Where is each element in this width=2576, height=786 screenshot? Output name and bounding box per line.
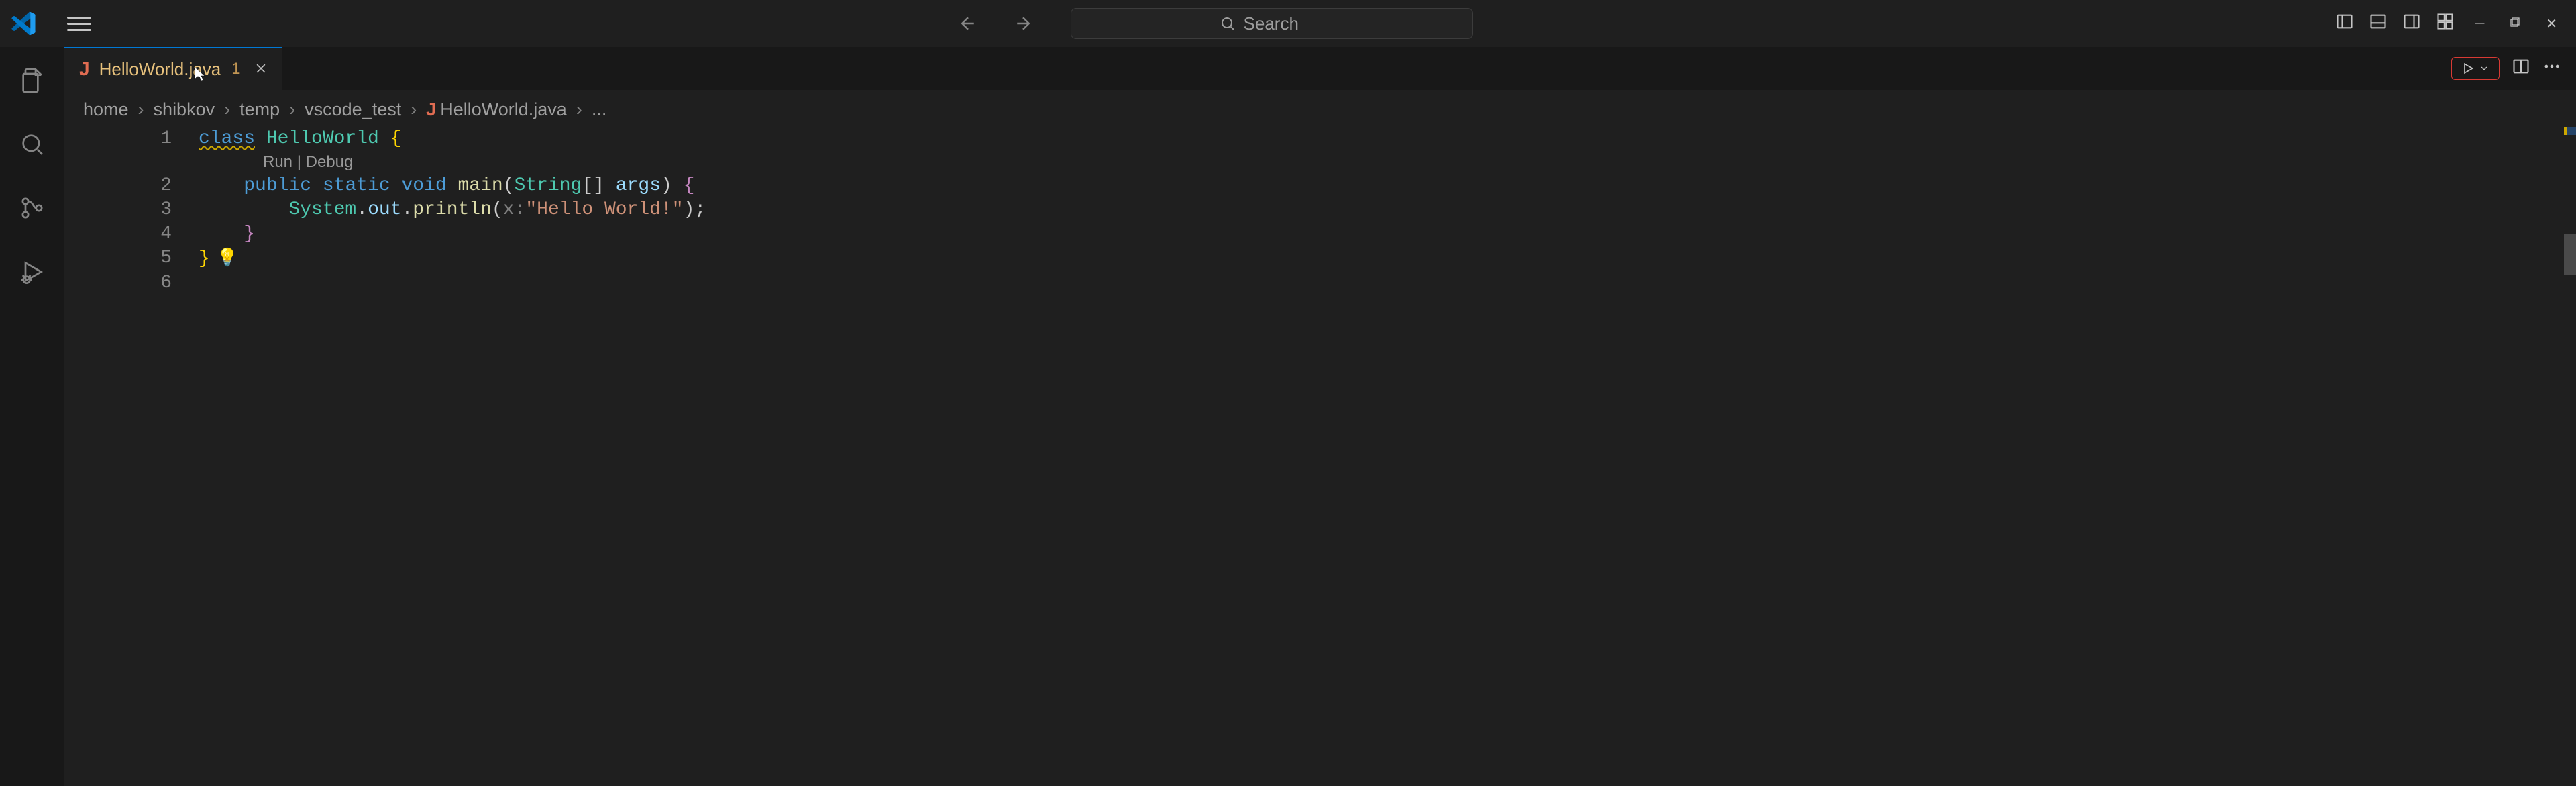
code-lens: Run | Debug	[64, 151, 2576, 174]
codelens-debug[interactable]: Debug	[306, 153, 354, 171]
window-close-button[interactable]: ✕	[2540, 13, 2563, 35]
explorer-icon[interactable]	[19, 67, 46, 94]
breadcrumb-vscode-test[interactable]: vscode_test	[305, 99, 401, 120]
chevron-down-icon	[2479, 63, 2489, 74]
vscode-logo-icon	[10, 10, 37, 37]
code-line: 6	[64, 271, 2576, 295]
code-line: 4 }	[64, 222, 2576, 246]
menu-button[interactable]	[67, 11, 91, 36]
split-editor-button[interactable]	[2512, 57, 2530, 81]
run-java-button[interactable]	[2451, 57, 2500, 80]
nav-forward-button[interactable]	[1009, 9, 1037, 38]
scrollbar-thumb[interactable]	[2564, 234, 2576, 275]
tab-helloworld-java[interactable]: J HelloWorld.java 1	[64, 47, 282, 90]
code-line: 5 }💡	[64, 246, 2576, 271]
code-content[interactable]: class HelloWorld {	[199, 127, 401, 151]
activity-search-icon[interactable]	[19, 131, 46, 158]
tab-problems-count: 1	[231, 60, 240, 79]
line-number: 4	[64, 222, 199, 246]
breadcrumb-symbol[interactable]: ...	[592, 99, 607, 120]
lightbulb-icon[interactable]: 💡	[217, 248, 238, 268]
nav-back-button[interactable]	[954, 9, 982, 38]
breadcrumb-temp[interactable]: temp	[239, 99, 280, 120]
search-input[interactable]	[1244, 13, 1324, 34]
breadcrumb-file[interactable]: JHelloWorld.java	[426, 99, 567, 120]
line-number: 1	[64, 127, 199, 151]
more-actions-button[interactable]	[2542, 57, 2561, 81]
line-number: 6	[64, 271, 199, 295]
activity-bar	[0, 47, 64, 786]
source-control-icon[interactable]	[19, 195, 46, 222]
code-line: 3 System.out.println(x:"Hello World!");	[64, 198, 2576, 222]
chevron-right-icon: ›	[224, 99, 230, 120]
toggle-primary-sidebar-button[interactable]	[2335, 12, 2354, 36]
chevron-right-icon: ›	[289, 99, 295, 120]
tab-close-button[interactable]	[254, 59, 268, 80]
toggle-secondary-sidebar-button[interactable]	[2402, 12, 2421, 36]
editor-group: J HelloWorld.java 1	[64, 47, 2576, 786]
window-minimize-button[interactable]: ─	[2469, 13, 2489, 34]
java-file-icon: J	[426, 99, 436, 119]
tab-filename: HelloWorld.java	[99, 59, 221, 80]
line-number: 2	[64, 174, 199, 198]
title-bar: ─ ✕	[0, 0, 2576, 47]
java-file-icon: J	[79, 58, 90, 80]
chevron-right-icon: ›	[576, 99, 582, 120]
breadcrumb: home › shibkov › temp › vscode_test › JH…	[64, 90, 2576, 127]
chevron-right-icon: ›	[411, 99, 417, 120]
line-number: 3	[64, 198, 199, 222]
run-debug-icon[interactable]	[19, 258, 46, 285]
main-area: J HelloWorld.java 1	[0, 47, 2576, 786]
code-editor[interactable]: 1 class HelloWorld { Run | Debug 2 publi…	[64, 127, 2576, 786]
overview-warning-marker	[2564, 127, 2567, 135]
codelens-run[interactable]: Run	[263, 153, 292, 171]
nav-arrows	[954, 9, 1037, 38]
search-icon	[1220, 15, 1236, 32]
window-restore-button[interactable]	[2504, 13, 2526, 34]
breadcrumb-home[interactable]: home	[83, 99, 129, 120]
title-bar-right-controls: ─ ✕	[2335, 12, 2569, 36]
editor-actions	[2451, 47, 2576, 90]
chevron-right-icon: ›	[138, 99, 144, 120]
code-content[interactable]	[199, 271, 210, 295]
overview-ruler[interactable]	[2564, 127, 2576, 786]
command-center-search[interactable]	[1071, 8, 1473, 39]
code-content[interactable]: public static void main(String[] args) {	[199, 174, 694, 198]
toggle-panel-button[interactable]	[2369, 12, 2387, 36]
code-content[interactable]: System.out.println(x:"Hello World!");	[199, 198, 706, 222]
tab-bar: J HelloWorld.java 1	[64, 47, 2576, 90]
code-content[interactable]: }💡	[199, 246, 238, 271]
breadcrumb-shibkov[interactable]: shibkov	[154, 99, 215, 120]
line-number: 5	[64, 246, 199, 271]
play-icon	[2461, 62, 2475, 75]
breadcrumb-file-label: HelloWorld.java	[440, 99, 567, 119]
code-content[interactable]: }	[199, 222, 255, 246]
customize-layout-button[interactable]	[2436, 12, 2455, 36]
code-line: 1 class HelloWorld {	[64, 127, 2576, 151]
code-line: 2 public static void main(String[] args)…	[64, 174, 2576, 198]
